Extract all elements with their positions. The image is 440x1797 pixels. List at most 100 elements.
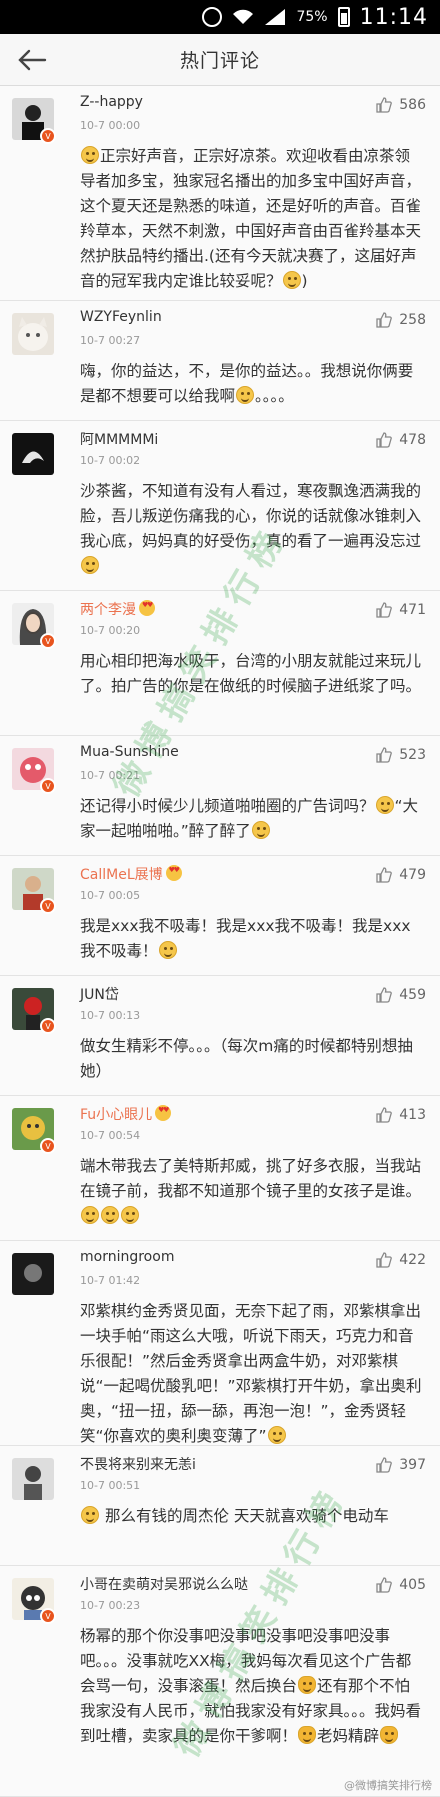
username[interactable]: CallMeL展博	[80, 864, 182, 884]
thumbs-up-icon	[376, 1107, 393, 1123]
smile-emoji-icon	[282, 271, 301, 289]
like-button[interactable]: 459	[375, 986, 426, 1004]
alarm-icon	[202, 7, 223, 27]
like-count: 523	[399, 747, 426, 763]
smile-emoji-icon	[81, 556, 99, 574]
like-button[interactable]: 258	[375, 311, 426, 329]
like-count: 586	[399, 97, 426, 113]
comment-text: 正宗好声音，正宗好凉茶。欢迎收看由凉茶领导者加多宝，独家冠名播出的加多宝中国好声…	[80, 146, 422, 290]
like-count: 413	[399, 1107, 426, 1123]
like-button[interactable]: 405	[375, 1576, 426, 1594]
battery-icon	[337, 7, 350, 27]
comment-item: WZYFeynlin 10-7 00:27 258 嗨，你的益达，不，是你的益达…	[0, 301, 440, 421]
battery-percent: 75%	[296, 9, 328, 25]
back-button[interactable]	[12, 42, 52, 78]
comment-time: 10-7 01:42	[80, 1274, 141, 1287]
laugh-emoji-icon	[158, 941, 177, 959]
comment-text: 邓紫棋约金秀贤见面，无奈下起了雨，邓紫棋拿出一块手帕“雨这么大哦，听说下雨天，巧…	[80, 1302, 422, 1445]
comment-item: 阿MMMMMi 10-7 00:02 478 沙茶酱，不知道有没有人看过，寒夜飘…	[0, 421, 440, 591]
smile-emoji-icon	[121, 1206, 139, 1224]
comment-text: 嗨，你的益达，不，是你的益达。。我想说你俩要是都不想要可以给我啊。。。。	[80, 362, 414, 405]
verified-badge: V	[40, 128, 56, 144]
avatar[interactable]	[12, 1253, 54, 1295]
heart-eyes-emoji-icon	[155, 1105, 172, 1121]
footer-watermark: @微博搞笑排行榜	[344, 1779, 432, 1792]
smile-emoji-icon	[81, 1206, 99, 1224]
comment-text: 端木带我去了美特斯邦威，挑了好多衣服，当我站在镜子前，我都不知道那个镜子里的女孩…	[80, 1154, 422, 1229]
username[interactable]: 两个李漫	[80, 599, 155, 619]
smile-emoji-icon	[251, 821, 270, 839]
username[interactable]: Z--happy	[80, 94, 143, 110]
comment-item: morningroom 10-7 01:42 422 邓紫棋约金秀贤见面，无奈下…	[0, 1241, 440, 1446]
username[interactable]: 不畏将来别来无恙i	[80, 1454, 196, 1474]
like-button[interactable]: 478	[375, 431, 426, 449]
like-button[interactable]: 523	[375, 746, 426, 764]
smile-emoji-icon	[101, 1206, 119, 1224]
comment-text: 做女生精彩不停。。。（每次m痛的时候都特别想抽她）	[80, 1037, 413, 1080]
username[interactable]: 阿MMMMMi	[80, 429, 158, 449]
like-count: 422	[399, 1252, 426, 1268]
like-count: 258	[399, 312, 426, 328]
cat-emoji-icon	[298, 1726, 317, 1744]
avatar[interactable]	[12, 313, 54, 355]
like-button[interactable]: 413	[375, 1106, 426, 1124]
verified-badge: V	[40, 633, 56, 649]
arrow-left-icon	[18, 49, 47, 71]
thumbs-up-icon	[376, 97, 393, 113]
cat-emoji-icon	[380, 1726, 399, 1744]
cat-emoji-icon	[298, 1676, 317, 1694]
avatar[interactable]	[12, 1458, 54, 1500]
like-button[interactable]: 397	[375, 1456, 426, 1474]
username[interactable]: Mua-Sunshine	[80, 744, 179, 760]
thumbs-up-icon	[376, 987, 393, 1003]
comment-text: 还记得小时候少儿频道啪啪圈的广告词吗？ “大家一起啪啪啪。”醉了醉了	[80, 796, 419, 840]
verified-badge: V	[40, 1608, 56, 1624]
username[interactable]: JUN岱	[80, 984, 119, 1004]
like-button[interactable]: 422	[375, 1251, 426, 1269]
comment-item: V Z--happy 10-7 00:00 586 正宗好声音，正宗好凉茶。欢迎…	[0, 86, 440, 301]
username[interactable]: 小哥在卖萌对吴邪说么么哒	[80, 1574, 248, 1594]
like-count: 397	[399, 1457, 426, 1473]
smile-emoji-icon	[375, 796, 394, 814]
like-button[interactable]: 471	[375, 601, 426, 619]
top-bar: 热门评论	[0, 34, 440, 86]
signal-icon	[264, 8, 286, 26]
like-count: 459	[399, 987, 426, 1003]
laugh-emoji-icon	[81, 146, 99, 164]
thumbs-up-icon	[376, 1577, 393, 1593]
username[interactable]: morningroom	[80, 1249, 174, 1265]
comment-item: V Mua-Sunshine 10-7 00:21 523 还记得小时候少儿频道…	[0, 736, 440, 856]
smile-emoji-icon	[236, 386, 255, 404]
comment-item: V CallMeL展博 10-7 00:05 479 我是xxx我不吸毒！我是x…	[0, 856, 440, 976]
comment-time: 10-7 00:54	[80, 1129, 141, 1142]
comment-text: 杨幂的那个你没事吧没事吧没事吧没事吧没事吧。。。没事就吃XX梅，我妈每次看见这个…	[80, 1627, 422, 1745]
verified-badge: V	[40, 778, 56, 794]
thumbs-up-icon	[376, 432, 393, 448]
smile-emoji-icon	[267, 1426, 286, 1444]
comment-time: 10-7 00:51	[80, 1479, 141, 1492]
smile-emoji-icon	[81, 1506, 99, 1524]
thumbs-up-icon	[376, 1252, 393, 1268]
comment-time: 10-7 00:21	[80, 769, 141, 782]
username[interactable]: WZYFeynlin	[80, 309, 162, 325]
comment-item: V 小哥在卖萌对吴邪说么么哒 10-7 00:23 405 杨幂的那个你没事吧没…	[0, 1566, 440, 1797]
comment-item: V JUN岱 10-7 00:13 459 做女生精彩不停。。。（每次m痛的时候…	[0, 976, 440, 1096]
avatar[interactable]	[12, 433, 54, 475]
comment-time: 10-7 00:20	[80, 624, 141, 637]
status-bar: 75% 11:14	[0, 0, 440, 34]
thumbs-up-icon	[376, 312, 393, 328]
like-button[interactable]: 479	[375, 866, 426, 884]
comment-item: 不畏将来别来无恙i 10-7 00:51 397 那么有钱的周杰伦 天天就喜欢骑…	[0, 1446, 440, 1566]
wifi-icon	[232, 9, 254, 25]
thumbs-up-icon	[376, 1457, 393, 1473]
verified-badge: V	[40, 898, 56, 914]
thumbs-up-icon	[376, 747, 393, 763]
comment-text: 我是xxx我不吸毒！我是xxx我不吸毒！我是xxx我不吸毒！	[80, 917, 411, 960]
like-button[interactable]: 586	[375, 96, 426, 114]
comment-time: 10-7 00:02	[80, 454, 141, 467]
clock: 11:14	[359, 4, 428, 30]
comment-time: 10-7 00:13	[80, 1009, 141, 1022]
comment-item: V 两个李漫 10-7 00:20 471 用心相印把海水吸干，台湾的小朋友就能…	[0, 591, 440, 736]
username[interactable]: Fu小心眼儿	[80, 1104, 172, 1124]
comment-text: 用心相印把海水吸干，台湾的小朋友就能过来玩儿了。拍广告的你是在做纸的时候脑子进纸…	[80, 652, 422, 695]
